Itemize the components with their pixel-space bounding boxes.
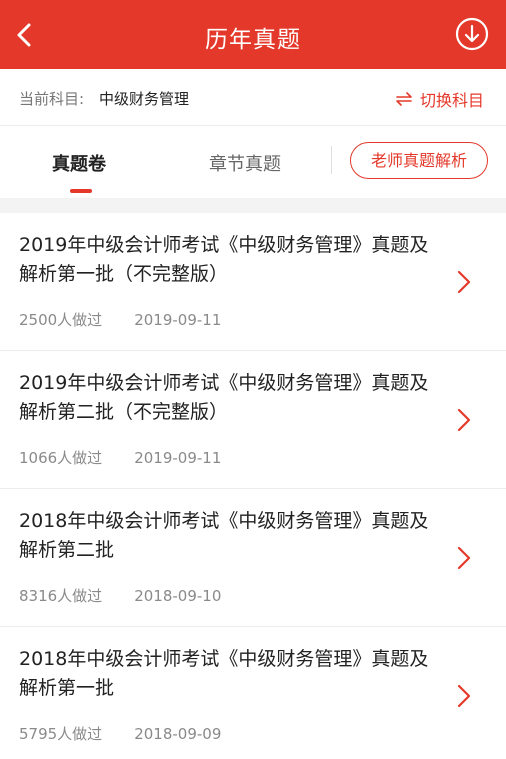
paper-date: 2018-09-09 <box>134 725 222 743</box>
teacher-analysis-button[interactable]: 老师真题解析 <box>350 142 488 179</box>
paper-meta: 2500人做过 2019-09-11 <box>19 309 221 330</box>
attempt-count: 1066人做过 <box>19 449 103 467</box>
chevron-right-icon <box>457 270 471 294</box>
list-item[interactable]: 2019年中级会计师考试《中级财务管理》真题及解析第一批（不完整版） 2500人… <box>0 213 506 351</box>
swap-arrows-icon <box>396 92 412 106</box>
switch-subject-label: 切换科目 <box>419 91 484 110</box>
paper-meta: 8316人做过 2018-09-10 <box>19 585 221 606</box>
attempt-count: 8316人做过 <box>19 587 103 605</box>
attempt-count: 2500人做过 <box>19 311 103 329</box>
section-gap <box>0 198 506 213</box>
download-circle-icon[interactable] <box>455 17 489 51</box>
tab-bar: 真题卷 章节真题 老师真题解析 <box>0 126 506 198</box>
app-header: 历年真题 <box>0 0 506 69</box>
subject-value: 中级财务管理 <box>99 90 190 108</box>
chevron-right-icon <box>457 684 471 708</box>
paper-date: 2019-09-11 <box>134 311 222 329</box>
chevron-right-icon <box>457 408 471 432</box>
paper-title: 2018年中级会计师考试《中级财务管理》真题及解析第一批 <box>19 648 429 699</box>
tab-divider <box>331 146 332 174</box>
attempt-count: 5795人做过 <box>19 725 103 743</box>
active-tab-indicator <box>70 189 92 193</box>
paper-title: 2018年中级会计师考试《中级财务管理》真题及解析第二批 <box>19 510 429 561</box>
paper-list: 2019年中级会计师考试《中级财务管理》真题及解析第一批（不完整版） 2500人… <box>0 213 506 759</box>
tab-chapters[interactable]: 章节真题 <box>209 150 281 176</box>
paper-date: 2018-09-10 <box>134 587 222 605</box>
list-item[interactable]: 2018年中级会计师考试《中级财务管理》真题及解析第二批 8316人做过 2018… <box>0 489 506 627</box>
paper-meta: 5795人做过 2018-09-09 <box>19 723 221 744</box>
page-title: 历年真题 <box>205 27 301 53</box>
chevron-right-icon <box>457 546 471 570</box>
paper-title: 2019年中级会计师考试《中级财务管理》真题及解析第一批（不完整版） <box>19 234 429 285</box>
paper-date: 2019-09-11 <box>134 449 222 467</box>
paper-title: 2019年中级会计师考试《中级财务管理》真题及解析第二批（不完整版） <box>19 372 429 423</box>
tab-papers[interactable]: 真题卷 <box>52 150 106 176</box>
switch-subject-button[interactable]: 切换科目 <box>396 87 484 111</box>
paper-meta: 1066人做过 2019-09-11 <box>19 447 221 468</box>
list-item[interactable]: 2019年中级会计师考试《中级财务管理》真题及解析第二批（不完整版） 1066人… <box>0 351 506 489</box>
list-item[interactable]: 2018年中级会计师考试《中级财务管理》真题及解析第一批 5795人做过 2018… <box>0 627 506 759</box>
subject-label: 当前科目: <box>19 90 85 108</box>
subject-bar: 当前科目: 中级财务管理 切换科目 <box>0 69 506 126</box>
